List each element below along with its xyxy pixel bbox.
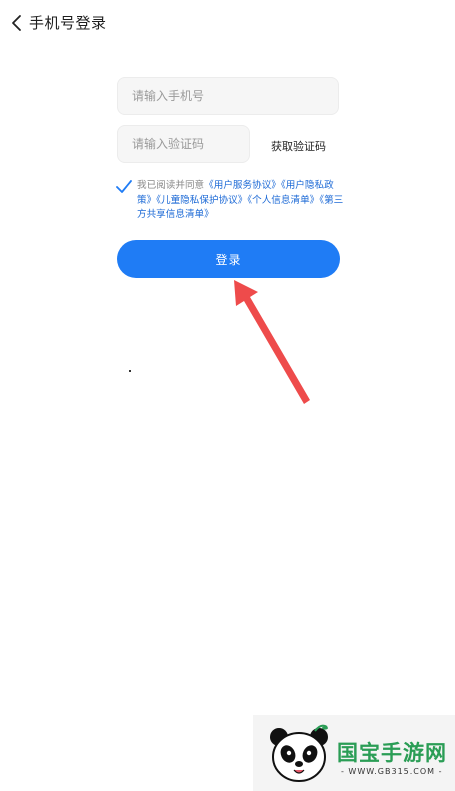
agreement-prefix: 我已阅读并同意	[137, 180, 205, 191]
watermark: 国宝手游网 - WWW.GB315.COM -	[253, 715, 455, 791]
watermark-brand: 国宝手游网	[337, 741, 447, 765]
login-button[interactable]: 登录	[117, 240, 340, 278]
page-title: 手机号登录	[29, 14, 107, 32]
back-button[interactable]	[6, 10, 28, 36]
phone-field[interactable]	[117, 77, 339, 115]
checkmark-icon	[116, 180, 132, 193]
phone-input[interactable]	[118, 78, 338, 114]
header: 手机号登录	[0, 0, 455, 46]
red-arrow-annotation	[234, 280, 310, 404]
link-user-service-agreement[interactable]: 《用户服务协议》	[204, 180, 281, 191]
agree-checkbox[interactable]	[115, 178, 133, 196]
agreement-text: 我已阅读并同意《用户服务协议》《用户隐私政策》《儿童隐私保护协议》《个人信息清单…	[137, 179, 345, 223]
login-page: 手机号登录 获取验证码 我已阅读并同意《用户服务协议》《用户隐私政策》《儿童隐私…	[0, 0, 455, 791]
chevron-left-icon	[12, 15, 21, 31]
link-personal-info-list[interactable]: 《个人信息清单》	[247, 195, 319, 206]
get-code-button[interactable]: 获取验证码	[271, 138, 326, 154]
panda-logo-icon	[270, 724, 328, 782]
watermark-url: - WWW.GB315.COM -	[341, 767, 443, 776]
stray-dot	[129, 370, 131, 372]
code-field[interactable]	[117, 125, 250, 163]
link-child-privacy-agreement[interactable]: 《儿童隐私保护协议》	[156, 195, 247, 206]
verification-code-input[interactable]	[118, 126, 249, 162]
